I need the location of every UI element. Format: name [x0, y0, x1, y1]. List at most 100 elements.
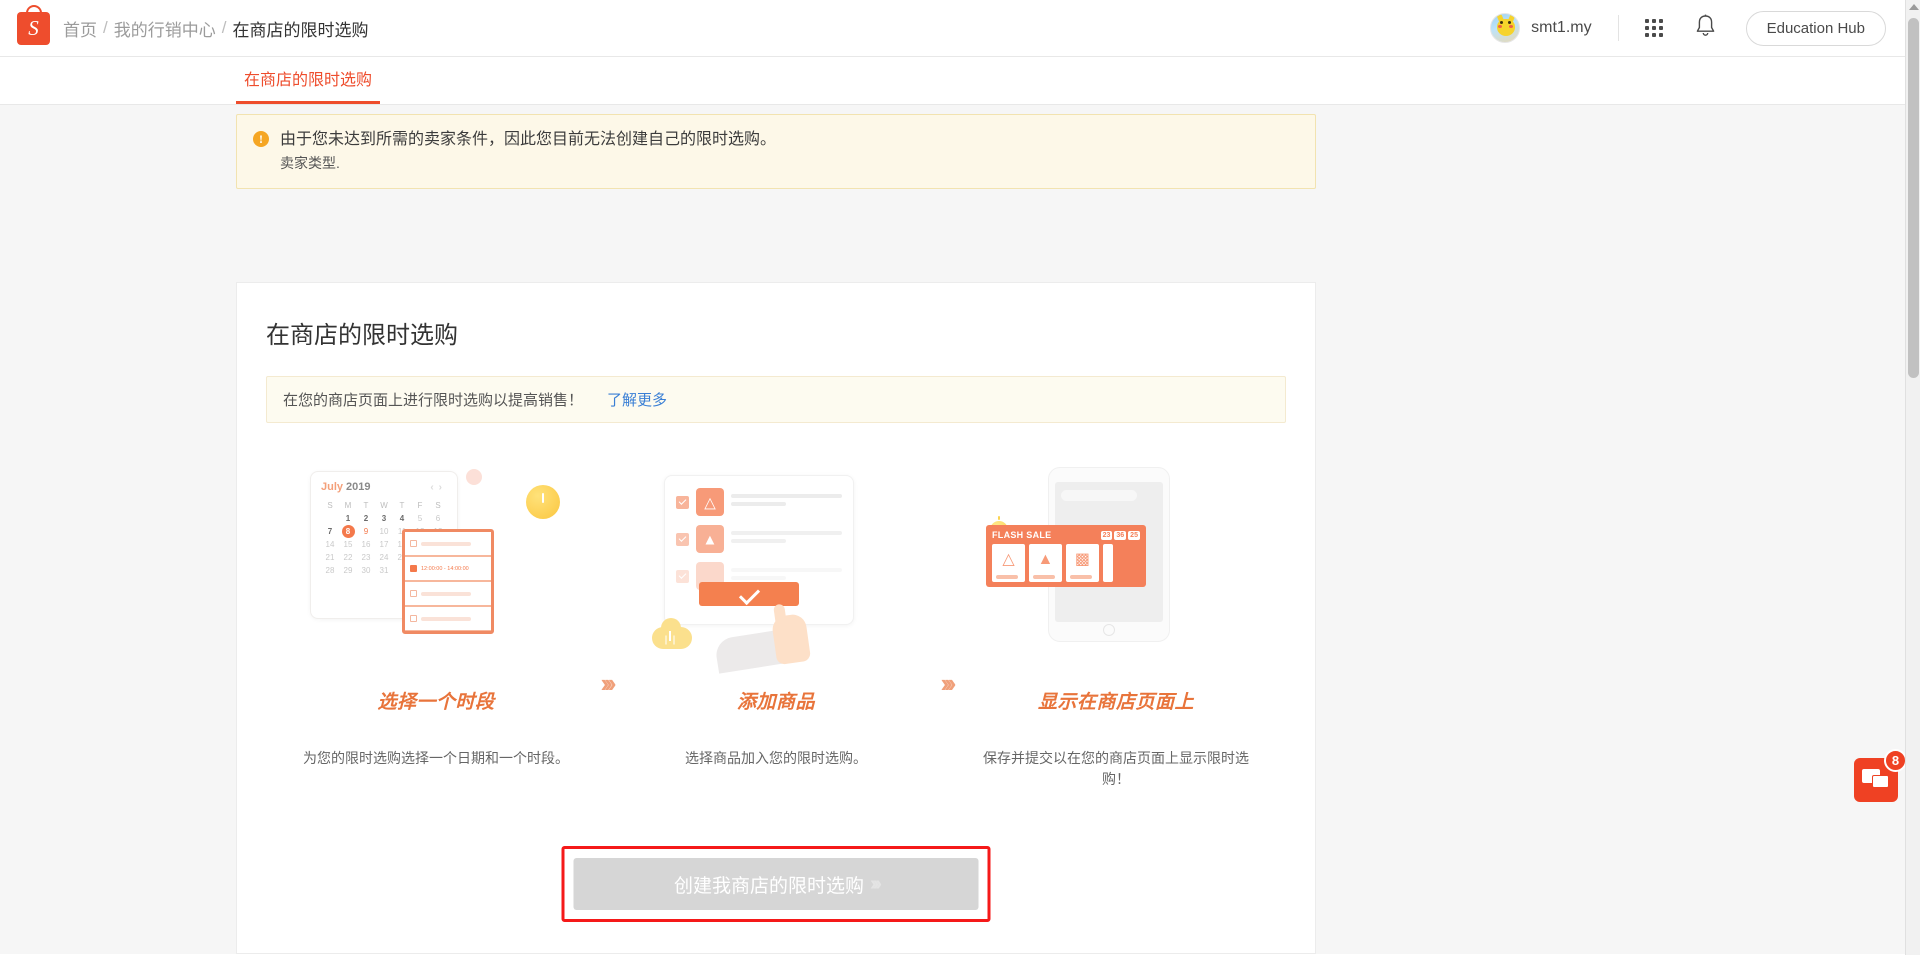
countdown-timer: 23 36 25	[1100, 530, 1140, 540]
step-choose-timeslot: July 2019 ‹› S M T W T F S 1 2 3 4 5 6 7…	[291, 467, 581, 769]
calendar-day[interactable]: 5	[411, 512, 429, 525]
warning-text: 由于您未达到所需的卖家条件，因此您目前无法创建自己的限时选购。	[280, 131, 777, 148]
education-hub-button[interactable]: Education Hub	[1745, 10, 1886, 46]
chat-widget-button[interactable]: 8	[1854, 749, 1907, 802]
calendar-day[interactable]: 3	[375, 512, 393, 525]
timeslot-row-selected[interactable]: 12:00:00 - 14:00:00	[405, 557, 491, 582]
calendar-dow: T	[399, 501, 405, 510]
user-menu[interactable]: smt1.my	[1490, 13, 1592, 43]
timeslot-row[interactable]	[405, 607, 491, 631]
calendar-nav-icons[interactable]: ‹›	[430, 482, 447, 493]
chat-unread-badge: 8	[1884, 749, 1907, 772]
cloud-upload-icon	[651, 618, 692, 649]
calendar-day[interactable]: 7	[321, 525, 339, 538]
timeslot-list: 12:00:00 - 14:00:00	[402, 529, 494, 634]
scroll-up-arrow-icon[interactable]	[1909, 4, 1919, 10]
flash-sale-item-partial	[1102, 544, 1113, 582]
create-shop-flash-sale-button[interactable]: 创建我商店的限时选购 ›››	[573, 858, 979, 910]
step-description: 选择商品加入您的限时选购。	[684, 750, 867, 766]
calendar-dow: M	[344, 501, 352, 510]
notification-bell-icon[interactable]	[1695, 14, 1716, 42]
timeslot-row[interactable]	[405, 582, 491, 607]
timeslot-row[interactable]	[405, 532, 491, 557]
tip-text: 在您的商店页面上进行限时选购以提高销售！	[283, 392, 584, 409]
steps-row: July 2019 ‹› S M T W T F S 1 2 3 4 5 6 7…	[237, 423, 1315, 790]
calendar-day[interactable]: 14	[321, 538, 339, 551]
cta-highlight-box: 创建我商店的限时选购 ›››	[561, 846, 991, 922]
step-add-products: △ ▲ 添加商品 选择商品加入您的限时选购。	[631, 467, 921, 769]
tab-shop-flash-sale[interactable]: 在商店的限时选购	[236, 66, 381, 104]
confirm-check-button	[698, 582, 799, 606]
product-checkbox-icon	[675, 495, 689, 509]
learn-more-link[interactable]: 了解更多	[607, 389, 667, 410]
calendar-day[interactable]: 21	[321, 551, 339, 564]
calendar-day[interactable]: 4	[393, 512, 411, 525]
countdown-minutes: 36	[1114, 530, 1127, 540]
calendar-day[interactable]: 2	[357, 512, 375, 525]
cta-label: 创建我商店的限时选购	[674, 875, 865, 897]
step-title: 选择一个时段	[377, 692, 495, 713]
calendar-day[interactable]: 24	[375, 551, 393, 564]
calendar-day[interactable]: 31	[375, 564, 393, 577]
scrollbar-thumb[interactable]	[1908, 18, 1919, 378]
calendar-day[interactable]: 28	[321, 564, 339, 577]
product-checkbox-icon	[675, 532, 689, 546]
watermark: 知乎 @虾皮云仓-泉州仓	[1233, 941, 1681, 954]
calendar-dow: F	[417, 501, 423, 510]
top-header: S 首页 / 我的行销中心 / 在商店的限时选购 smt1.my Educati…	[0, 0, 1920, 57]
step-description: 保存并提交以在您的商店页面上显示限时选购！	[982, 750, 1249, 787]
step-title: 添加商品	[736, 692, 815, 713]
timeslot-checkbox-checked[interactable]	[410, 565, 417, 572]
timeslot-checkbox[interactable]	[410, 615, 417, 622]
calendar-day[interactable]: 22	[339, 551, 357, 564]
countdown-seconds: 25	[1128, 530, 1140, 540]
header-actions: smt1.my Education Hub	[1490, 10, 1920, 46]
calendar-dow: W	[380, 501, 388, 510]
shopee-logo-icon[interactable]: S	[17, 4, 50, 45]
flash-sale-item-pants: ▩	[1065, 544, 1099, 582]
apps-grid-icon[interactable]	[1644, 19, 1663, 37]
phone-flash-sale-illustration: FLASH SALE 23 36 25 △ ▲ ▩	[985, 467, 1246, 657]
search-bar-mock	[1060, 490, 1137, 501]
product-selection-illustration: △ ▲	[646, 467, 906, 674]
flash-sale-item-tshirt: ▲	[1028, 544, 1062, 582]
step-display-on-shop: FLASH SALE 23 36 25 △ ▲ ▩ 显示在商店页面上 保存并提交…	[971, 467, 1261, 790]
calendar-year: 2019	[346, 481, 371, 493]
tip-banner: 在您的商店页面上进行限时选购以提高销售！ 了解更多	[266, 376, 1286, 423]
timeslot-checkbox[interactable]	[410, 540, 417, 547]
step-title: 显示在商店页面上	[1037, 692, 1194, 713]
calendar-day[interactable]: 6	[429, 512, 447, 525]
calendar-day[interactable]: 23	[357, 551, 375, 564]
step-arrow-separator: ›››	[940, 668, 956, 698]
product-checkbox-icon	[675, 569, 689, 583]
step-description: 为您的限时选购选择一个日期和一个时段。	[303, 750, 569, 766]
breadcrumb-separator: /	[103, 18, 108, 37]
breadcrumb-item-home[interactable]: 首页	[63, 16, 97, 41]
flash-sale-title: FLASH SALE	[991, 530, 1052, 540]
calendar-day-selected[interactable]: 8	[341, 525, 355, 538]
calendar-day[interactable]: 30	[357, 564, 375, 577]
calendar-day[interactable]: 16	[357, 538, 375, 551]
breadcrumb: S 首页 / 我的行销中心 / 在商店的限时选购	[0, 4, 368, 45]
breadcrumb-item-marketing-centre[interactable]: 我的行销中心	[114, 16, 216, 41]
timeslot-label: 12:00:00 - 14:00:00	[421, 565, 469, 572]
calendar-day[interactable]: 1	[339, 512, 357, 525]
calendar-day[interactable]: 9	[357, 525, 375, 538]
calendar-dow: T	[363, 501, 369, 510]
calendar-day[interactable]: 15	[339, 538, 357, 551]
page-title: 在商店的限时选购	[266, 322, 458, 349]
calendar-illustration: July 2019 ‹› S M T W T F S 1 2 3 4 5 6 7…	[306, 467, 566, 657]
calendar-day[interactable]: 17	[375, 538, 393, 551]
product-thumbnail-tshirt: ▲	[695, 525, 724, 553]
timeslot-checkbox[interactable]	[410, 590, 417, 597]
page-scrollbar[interactable]	[1905, 0, 1920, 955]
warning-icon: !	[253, 131, 269, 147]
calendar-day[interactable]: 29	[339, 564, 357, 577]
cta-area: 创建我商店的限时选购 ›››	[561, 846, 991, 922]
username-label: smt1.my	[1531, 19, 1592, 36]
calendar-day[interactable]: 10	[375, 525, 393, 538]
product-list-panel: △ ▲	[663, 475, 854, 625]
flash-sale-intro-card: 在商店的限时选购 在您的商店页面上进行限时选购以提高销售！ 了解更多 July …	[236, 282, 1316, 954]
calendar-day	[321, 512, 339, 525]
calendar-dow: S	[435, 501, 441, 510]
